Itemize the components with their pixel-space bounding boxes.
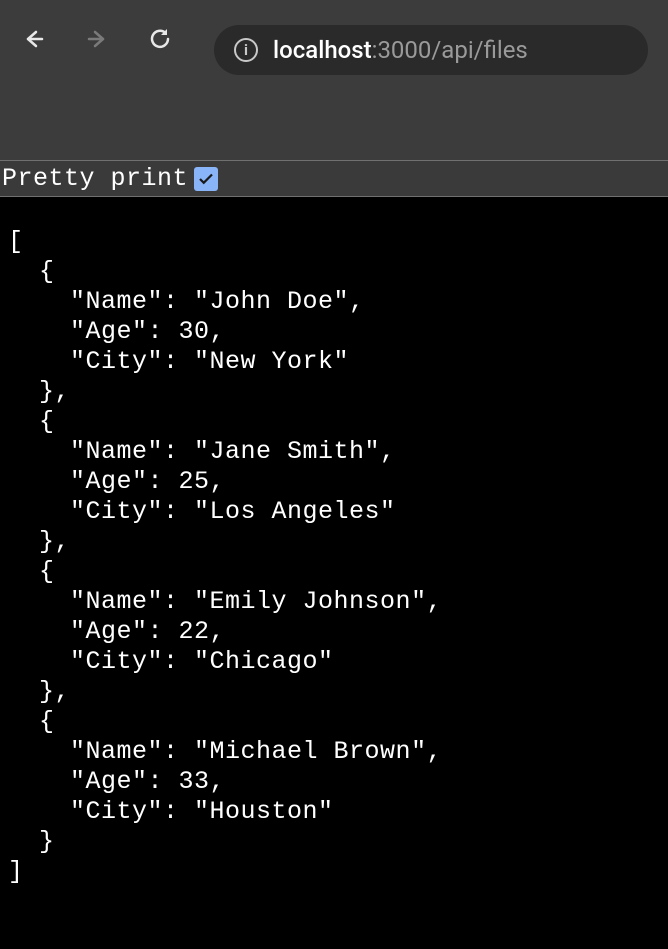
forward-button[interactable] xyxy=(83,25,111,53)
pretty-print-checkbox[interactable] xyxy=(194,167,218,191)
address-bar[interactable]: i localhost:3000/api/files xyxy=(214,25,648,75)
info-icon[interactable]: i xyxy=(234,38,258,62)
url-path: :3000/api/files xyxy=(372,36,528,64)
pretty-print-bar: Pretty print xyxy=(0,160,668,197)
reload-button[interactable] xyxy=(146,25,174,53)
toolbar-spacer xyxy=(0,95,668,160)
pretty-print-label: Pretty print xyxy=(2,164,188,193)
json-response-body[interactable]: [ { "Name": "John Doe", "Age": 30, "City… xyxy=(0,197,668,949)
back-button[interactable] xyxy=(20,25,48,53)
url-host: localhost xyxy=(273,36,372,64)
browser-toolbar: i localhost:3000/api/files xyxy=(0,0,668,95)
url-text: localhost:3000/api/files xyxy=(273,36,528,64)
nav-buttons xyxy=(20,25,174,53)
